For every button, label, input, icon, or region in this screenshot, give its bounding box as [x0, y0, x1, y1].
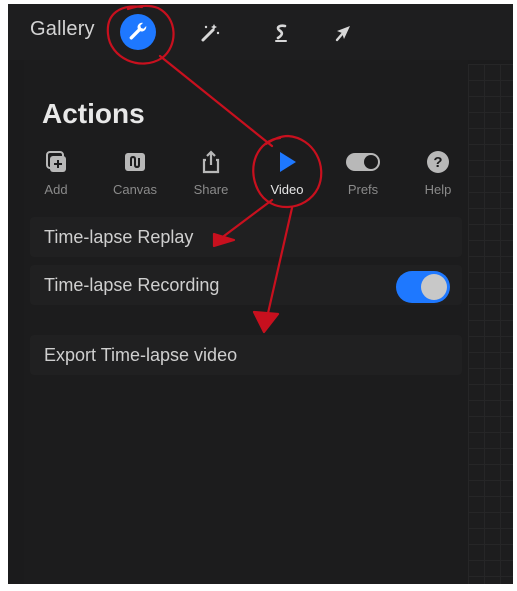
canvas-icon [125, 153, 145, 171]
add-icon [46, 151, 66, 172]
top-toolbar: Gallery [8, 4, 513, 60]
export-timelapse-row[interactable]: Export Time-lapse video [30, 335, 462, 375]
tab-share[interactable]: Share [179, 146, 243, 202]
svg-text:?: ? [433, 154, 442, 171]
tab-video-label: Video [270, 182, 304, 197]
tab-help[interactable]: ? Help [406, 146, 470, 202]
panel-title: Actions [42, 98, 145, 129]
canvas-grid[interactable] [468, 64, 513, 584]
procreate-app: Gallery Actions Add Canvas Share Video P… [8, 4, 513, 584]
tab-share-label: Share [193, 182, 229, 197]
tab-add[interactable]: Add [24, 146, 88, 202]
selection-button[interactable] [266, 18, 296, 48]
tab-prefs[interactable]: Prefs [331, 146, 395, 202]
timelapse-replay-row[interactable]: Time-lapse Replay [30, 217, 462, 257]
tab-add-label: Add [44, 182, 68, 197]
toggle-knob [421, 274, 447, 300]
tab-video[interactable]: Video [255, 146, 319, 202]
toggle-icon [346, 153, 380, 171]
wrench-icon [129, 22, 147, 40]
gallery-button[interactable]: Gallery [30, 18, 95, 41]
timelapse-recording-row: Time-lapse Recording [30, 265, 462, 305]
adjustments-button[interactable] [194, 18, 224, 48]
tab-canvas-label: Canvas [112, 182, 158, 197]
export-timelapse-label: Export Time-lapse video [44, 345, 238, 365]
actions-wrench-button[interactable] [120, 14, 156, 50]
play-icon [280, 152, 296, 172]
actions-panel: Actions Add Canvas Share Video Prefs ? H… [24, 60, 468, 584]
help-icon: ? [427, 151, 449, 173]
tab-help-label: Help [424, 182, 452, 197]
tab-prefs-label: Prefs [347, 182, 379, 197]
transform-button[interactable] [328, 18, 358, 48]
selection-icon [275, 24, 287, 42]
share-icon [202, 150, 220, 174]
tab-canvas[interactable]: Canvas [103, 146, 167, 202]
transform-arrow-icon [335, 26, 350, 42]
timelapse-replay-label: Time-lapse Replay [44, 227, 194, 247]
magic-wand-icon [201, 24, 220, 42]
timelapse-recording-toggle[interactable] [396, 271, 450, 303]
timelapse-recording-label: Time-lapse Recording [44, 275, 220, 295]
